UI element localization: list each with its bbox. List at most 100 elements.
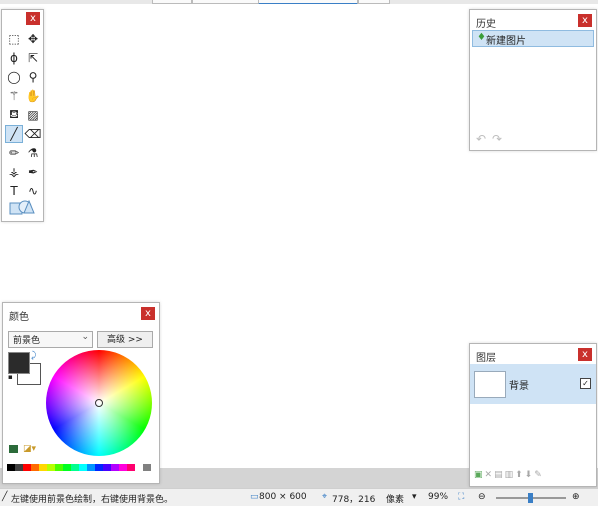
ellipse-select-tool[interactable]: ◯ (5, 68, 23, 86)
undo-icon[interactable]: ↶ (476, 132, 486, 146)
close-icon[interactable]: x (26, 12, 40, 25)
paintbrush-tool[interactable]: ╱ (5, 125, 23, 143)
history-item-label: 新建图片 (486, 36, 526, 47)
unit-dropdown-icon[interactable]: ▾ (412, 492, 417, 502)
palette-menu-icon[interactable] (9, 445, 18, 453)
color-palette (7, 464, 155, 478)
text-icon: T (10, 184, 18, 198)
tools-panel: x ⬚ ✥ ϕ ⇱ ◯ ⚲ ⚚ ✋ ⛾ ▨ ╱ ⌫ ✏ ⚗ ⚶ ✒ T ∿ (1, 9, 44, 222)
status-hint: 左键使用前景色绘制，右键使用背景色。 (11, 495, 174, 505)
swap-colors-icon[interactable]: ⤸ (31, 351, 36, 361)
layers-close-button[interactable]: x (578, 348, 592, 361)
color-picker-icon: ⚗ (27, 146, 39, 160)
gradient-tool[interactable]: ▨ (24, 106, 42, 124)
move-selected-icon: ⇱ (27, 51, 39, 65)
color-wheel[interactable] (46, 350, 152, 456)
paint-bucket-tool[interactable]: ⛾ (5, 106, 23, 124)
paintbrush-icon: ╱ (10, 127, 18, 141)
eraser-tool[interactable]: ⌫ (24, 125, 42, 143)
palette-swatch[interactable] (95, 464, 103, 471)
zoom-out-icon[interactable]: ⊖ (478, 492, 486, 502)
lasso-tool[interactable]: ϕ (5, 49, 23, 67)
layers-panel: 图层 x 背景 ✓ ▣✕▤▥⬆⬇✎ (469, 343, 597, 487)
magic-wand-icon: ⚚ (8, 89, 20, 103)
layer-row[interactable]: 背景 ✓ (470, 364, 596, 404)
palette-swatch[interactable] (55, 464, 63, 471)
layer-thumbnail (474, 371, 506, 398)
palette-swatch[interactable] (79, 464, 87, 471)
fit-window-icon[interactable]: ⛶ (458, 492, 464, 502)
zoom-in-icon[interactable]: ⊕ (572, 492, 580, 502)
add-layer-icon[interactable]: ▣ (474, 470, 485, 480)
gradient-icon: ▨ (27, 108, 39, 122)
layer-properties-icon[interactable]: ✎ (534, 470, 544, 480)
delete-layer-icon[interactable]: ✕ (485, 470, 495, 480)
shapes-tool[interactable] (8, 198, 36, 216)
merge-layer-icon[interactable]: ▥ (505, 470, 516, 480)
palette-swatch[interactable] (111, 464, 119, 471)
history-close-button[interactable]: x (578, 14, 592, 27)
zoom-slider[interactable] (496, 493, 566, 503)
history-item-icon: ♦ (477, 32, 486, 43)
palette-swatch[interactable] (135, 464, 143, 471)
image-size: 800 × 600 (259, 492, 307, 502)
pencil-tool[interactable]: ✏ (5, 144, 23, 162)
unit-select[interactable]: 像素 (386, 492, 404, 505)
more-button-label: 高级 >> (107, 335, 143, 345)
palette-swatch[interactable] (143, 464, 151, 471)
line-curve-icon: ∿ (27, 184, 39, 198)
reset-colors-icon[interactable]: ▪ (8, 373, 13, 381)
color-mode-select[interactable]: 前景色 ⌄ (8, 331, 93, 348)
zoom-value[interactable]: 99% (428, 492, 448, 502)
color-picker-tool[interactable]: ⚗ (24, 144, 42, 162)
palette-swatch[interactable] (127, 464, 135, 471)
clone-stamp-tool[interactable]: ⚶ (5, 163, 23, 181)
palette-swatch[interactable] (31, 464, 39, 471)
palette-swatch[interactable] (87, 464, 95, 471)
pan-tool[interactable]: ✋ (24, 87, 42, 105)
palette-swatch[interactable] (15, 464, 23, 471)
history-item[interactable]: ♦ 新建图片 (472, 30, 594, 47)
palette-swatch[interactable] (103, 464, 111, 471)
color-mode-value: 前景色 (13, 336, 41, 346)
palette-swatch[interactable] (71, 464, 79, 471)
recolor-tool[interactable]: ✒ (24, 163, 42, 181)
move-selection-tool[interactable]: ✥ (24, 30, 42, 48)
move-selected-tool[interactable]: ⇱ (24, 49, 42, 67)
pan-icon: ✋ (25, 89, 41, 103)
colors-title: 颜色 (9, 312, 29, 323)
paint-bucket-icon: ⛾ (9, 107, 19, 121)
eraser-icon: ⌫ (24, 127, 42, 141)
lasso-icon: ϕ (10, 51, 18, 65)
more-button[interactable]: 高级 >> (97, 331, 153, 348)
layers-toolbar: ▣✕▤▥⬆⬇✎ (474, 470, 544, 480)
move-layer-up-icon[interactable]: ⬆ (515, 470, 525, 480)
layer-visibility-checkbox[interactable]: ✓ (580, 378, 591, 389)
palette-swatch[interactable] (119, 464, 127, 471)
palette-swatch[interactable] (63, 464, 71, 471)
colors-close-button[interactable]: x (141, 307, 155, 320)
chevron-down-icon: ⌄ (81, 332, 89, 342)
color-wheel-handle[interactable] (95, 399, 103, 407)
pencil-icon: ✏ (8, 146, 20, 160)
cursor-position-icon: ⌖ (322, 492, 328, 502)
zoom-tool[interactable]: ⚲ (24, 68, 42, 86)
history-panel: 历史 x ♦ 新建图片 ↶ ↷ (469, 9, 597, 151)
zoom-slider-thumb[interactable] (528, 493, 533, 503)
primary-color-swatch[interactable] (8, 352, 30, 374)
palette-swatch[interactable] (7, 464, 15, 471)
duplicate-layer-icon[interactable]: ▤ (494, 470, 505, 480)
status-bar: ╱ 左键使用前景色绘制，右键使用背景色。 ▭ 800 × 600 ⌖ 778，2… (0, 488, 598, 506)
image-size-icon: ▭ (250, 492, 259, 502)
colors-panel: 颜色 x 前景色 ⌄ 高级 >> ⤸ ▪ ◪▾ (2, 302, 160, 484)
clone-stamp-icon: ⚶ (8, 165, 20, 179)
palette-options-icon[interactable]: ◪▾ (23, 444, 36, 454)
ellipse-select-icon: ◯ (7, 70, 21, 84)
redo-icon[interactable]: ↷ (492, 132, 502, 146)
magic-wand-tool[interactable]: ⚚ (5, 87, 23, 105)
move-layer-down-icon[interactable]: ⬇ (525, 470, 535, 480)
palette-swatch[interactable] (39, 464, 47, 471)
palette-swatch[interactable] (23, 464, 31, 471)
select-rect-tool[interactable]: ⬚ (5, 30, 23, 48)
palette-swatch[interactable] (47, 464, 55, 471)
